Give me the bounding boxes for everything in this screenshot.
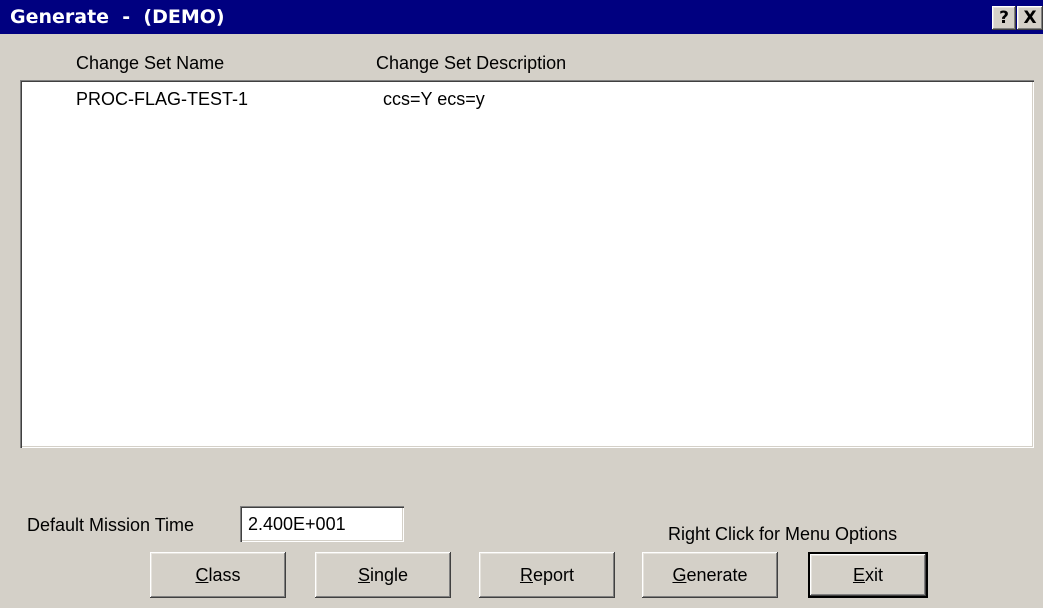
generate-button-mnemonic: G xyxy=(672,565,687,585)
single-button-label: ingle xyxy=(369,565,409,585)
class-button-mnemonic: C xyxy=(195,565,209,585)
class-button[interactable]: Class xyxy=(150,552,286,598)
exit-button-mnemonic: E xyxy=(852,565,865,585)
window-title: Generate - (DEMO) xyxy=(10,6,225,28)
close-icon[interactable]: X xyxy=(1017,6,1043,30)
change-set-name-cell: PROC-FLAG-TEST-1 xyxy=(76,89,249,109)
generate-dialog: Generate - (DEMO) ? X Change Set Name Ch… xyxy=(0,0,1043,608)
exit-button-label: xit xyxy=(865,565,883,585)
column-header-change-set-description[interactable]: Change Set Description xyxy=(376,52,566,74)
default-mission-time-label: Default Mission Time xyxy=(27,515,195,535)
right-click-hint: Right Click for Menu Options xyxy=(668,524,898,544)
column-header-change-set-name[interactable]: Change Set Name xyxy=(76,52,224,74)
list-item[interactable]: PROC-FLAG-TEST-1 ccs=Y ecs=y xyxy=(20,83,1034,111)
help-icon[interactable]: ? xyxy=(992,6,1016,30)
default-mission-time-input[interactable] xyxy=(240,506,404,542)
report-button-mnemonic: R xyxy=(519,565,533,585)
exit-button[interactable]: Exit xyxy=(808,552,928,598)
report-button-label: eport xyxy=(532,565,575,585)
single-button-mnemonic: S xyxy=(357,565,370,585)
title-bar[interactable]: Generate - (DEMO) ? X xyxy=(0,0,1043,34)
change-set-list[interactable]: PROC-FLAG-TEST-1 ccs=Y ecs=y xyxy=(20,80,1034,448)
change-set-description-cell: ccs=Y ecs=y xyxy=(383,89,485,109)
report-button[interactable]: Report xyxy=(479,552,615,598)
generate-button-label: enerate xyxy=(686,565,748,585)
single-button[interactable]: Single xyxy=(315,552,451,598)
generate-button[interactable]: Generate xyxy=(642,552,778,598)
class-button-label: lass xyxy=(208,565,241,585)
